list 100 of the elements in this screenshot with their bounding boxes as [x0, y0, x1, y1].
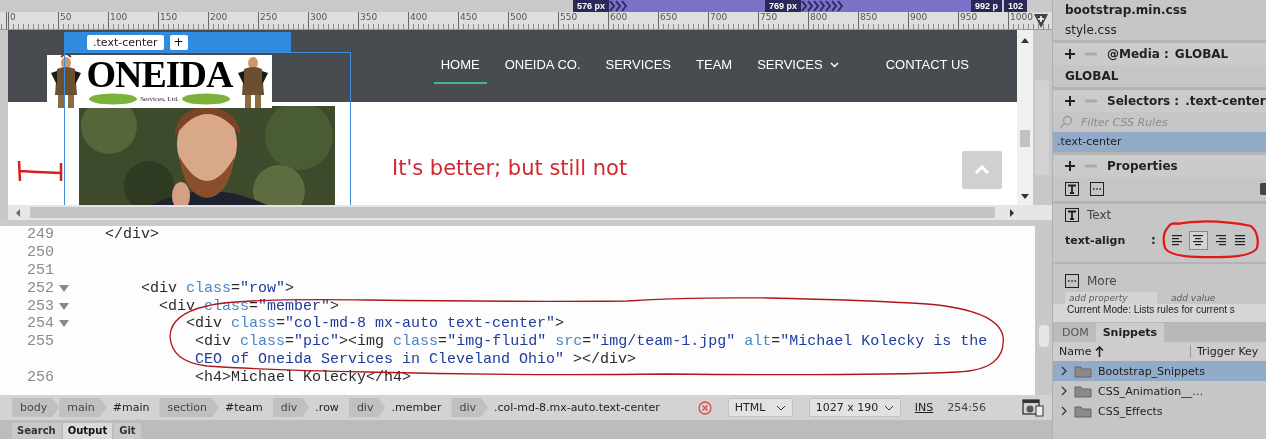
line-number: 253: [26, 297, 54, 315]
snippet-folder[interactable]: CSS_Animation__…: [1053, 381, 1266, 401]
class-tag[interactable]: .text-center: [87, 34, 164, 50]
nav-link[interactable]: SERVICES: [605, 56, 672, 84]
tag-crumb[interactable]: body: [12, 398, 60, 417]
leaf-icon: [88, 93, 139, 105]
caret-icon: [775, 404, 786, 411]
ruler-label: 550: [559, 12, 579, 24]
ruler-label: 350: [359, 12, 379, 24]
align-justify-icon: [1233, 234, 1248, 246]
fold-icon[interactable]: [59, 319, 69, 329]
fold-icon[interactable]: [59, 301, 69, 311]
insert-mode[interactable]: INS: [914, 401, 934, 414]
align-center-icon: [1191, 234, 1206, 246]
panel-tab[interactable]: Snippets: [1095, 323, 1165, 342]
code-line: <h4>Michael Kolecky</h4>: [194, 368, 412, 386]
tag-crumb[interactable]: div: [451, 398, 488, 417]
media-item[interactable]: GLOBAL: [1053, 65, 1266, 87]
ruler-label: 0: [9, 12, 17, 24]
marker-icon[interactable]: [1034, 14, 1048, 28]
fold-icon[interactable]: [59, 283, 69, 293]
tag-crumb[interactable]: main: [59, 398, 107, 417]
code-line: <div class="row">: [140, 279, 295, 297]
column-header[interactable]: Trigger Key: [1191, 345, 1259, 358]
scrollbar-thumb[interactable]: [1039, 325, 1049, 347]
separator: :: [1151, 233, 1156, 247]
nav-link[interactable]: TEAM: [696, 56, 733, 84]
line-number: 249: [26, 226, 54, 244]
caret-icon: [829, 62, 839, 68]
property-field[interactable]: add property: [1065, 292, 1157, 304]
media-query-marker[interactable]: 769 px: [765, 0, 802, 12]
ruler-label: 850: [859, 12, 879, 24]
search-icon: [1059, 115, 1073, 129]
add-class-button[interactable]: +: [169, 34, 188, 50]
selector-crumb[interactable]: .col-md-8.mx-auto.text-center: [487, 398, 670, 417]
folder-icon: [1074, 384, 1092, 398]
selector-crumb[interactable]: .row: [309, 398, 349, 417]
column-header[interactable]: Name: [1053, 345, 1191, 358]
scroll-up-icon[interactable]: [1020, 36, 1030, 44]
language-dropdown[interactable]: HTML: [727, 398, 793, 417]
chevrons-icon: [609, 0, 628, 12]
nav-link[interactable]: SERVICES: [757, 56, 839, 84]
folder-icon: [1074, 404, 1092, 418]
selector-crumb[interactable]: .member: [385, 398, 452, 417]
css-source[interactable]: style.css: [1053, 20, 1266, 40]
value-field[interactable]: add value: [1167, 292, 1247, 304]
section-value: .text-center: [1185, 94, 1266, 108]
filter-input[interactable]: Filter CSS Rules: [1081, 115, 1251, 129]
nav-link[interactable]: ONEIDA CO.: [504, 56, 581, 84]
line-number: 252: [26, 279, 54, 297]
line-number: 251: [26, 262, 54, 279]
selector-crumb[interactable]: #team: [219, 398, 273, 417]
line-number: 255: [26, 333, 54, 351]
folder-icon: [1074, 364, 1092, 378]
line-number: 256: [26, 368, 54, 386]
add-icon[interactable]: [1065, 96, 1075, 106]
selector-item[interactable]: .text-center: [1053, 132, 1266, 152]
panel-tab[interactable]: Git: [114, 423, 141, 439]
more-icon[interactable]: [1090, 182, 1104, 196]
media-query-marker[interactable]: 102: [1004, 0, 1028, 12]
scroll-left-icon[interactable]: [14, 207, 22, 218]
vertical-scrollbar[interactable]: [1017, 30, 1033, 205]
css-source[interactable]: bootstrap.min.css: [1053, 0, 1266, 20]
size-dropdown[interactable]: 1027 x 190: [808, 398, 901, 417]
error-icon[interactable]: [697, 400, 712, 415]
tag-crumb[interactable]: div: [272, 398, 310, 417]
more-icon: [1065, 274, 1079, 288]
ruler-label: 450: [459, 12, 479, 24]
snippet-folder[interactable]: Bootstrap_Snippets: [1053, 361, 1266, 381]
ruler-label: 600: [609, 12, 629, 24]
panel-tab[interactable]: Output: [62, 423, 113, 439]
ruler-label: 300: [309, 12, 329, 24]
selector-crumb[interactable]: #main: [106, 398, 160, 417]
media-query-marker[interactable]: 576 px: [573, 0, 610, 12]
panel-tab[interactable]: Search: [12, 423, 61, 439]
ruler-label: 50: [59, 12, 73, 24]
heading: It's better; but still not: [392, 155, 628, 181]
nav-link[interactable]: CONTACT US: [885, 56, 969, 84]
tag-crumb[interactable]: section: [159, 398, 220, 417]
text-icon: [1065, 208, 1079, 222]
nav-link[interactable]: HOME: [433, 56, 487, 84]
property-name: text-align: [1065, 233, 1127, 247]
scroll-right-icon[interactable]: [1008, 207, 1016, 218]
scroll-down-icon[interactable]: [1020, 193, 1030, 201]
text-icon[interactable]: [1065, 182, 1079, 196]
horizontal-scrollbar[interactable]: [8, 205, 1052, 220]
align-left-icon: [1170, 234, 1185, 246]
chevrons-icon: [801, 0, 844, 12]
panel-tab[interactable]: DOM: [1055, 323, 1096, 342]
ruler-label: 150: [159, 12, 179, 24]
add-icon[interactable]: [1065, 161, 1075, 171]
filter-field[interactable]: Filter CSS Rules: [1053, 112, 1266, 132]
add-icon[interactable]: [1065, 49, 1075, 59]
preview-icon[interactable]: [1022, 398, 1044, 417]
scrollbar-thumb[interactable]: [1020, 130, 1030, 147]
align-center-button[interactable]: [1188, 230, 1208, 250]
snippet-folder[interactable]: CSS_Effects: [1053, 401, 1266, 421]
media-query-marker[interactable]: 992 p: [971, 0, 1003, 12]
checkbox[interactable]: [1260, 183, 1266, 195]
tag-crumb[interactable]: div: [348, 398, 386, 417]
